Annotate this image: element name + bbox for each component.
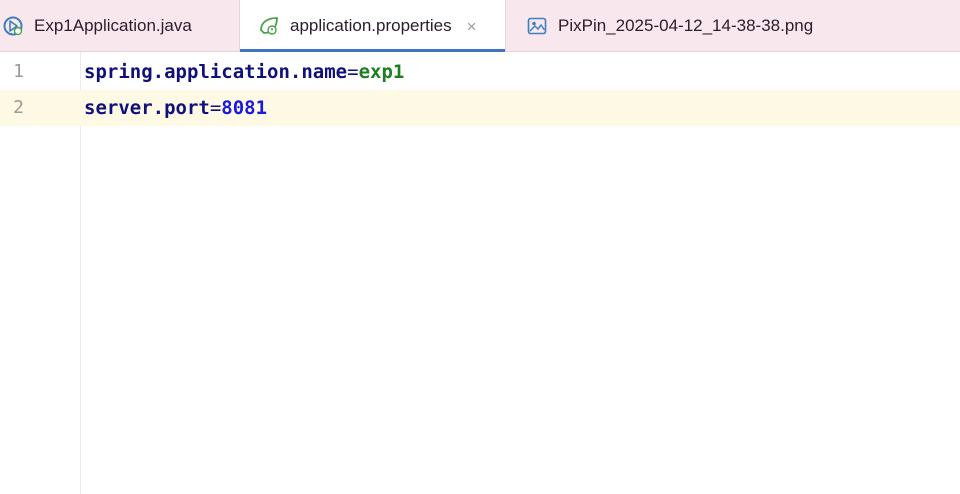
close-tab-icon[interactable]: × — [467, 18, 477, 35]
property-key: server.port — [84, 97, 210, 119]
tab-application-properties[interactable]: application.properties × — [240, 0, 506, 52]
code-text[interactable]: spring.application.name=exp1 — [84, 54, 404, 90]
tab-label: PixPin_2025-04-12_14-38-38.png — [558, 16, 814, 35]
equals-sign: = — [209, 97, 222, 119]
tab-label: Exp1Application.java — [34, 16, 192, 35]
code-editor[interactable]: 1 spring.application.name=exp1 2 server.… — [0, 52, 960, 494]
spring-leaf-icon — [258, 15, 280, 37]
tab-pixpin-png[interactable]: PixPin_2025-04-12_14-38-38.png — [506, 0, 836, 52]
line-number: 2 — [13, 97, 24, 118]
spring-run-icon — [2, 15, 24, 37]
property-key: spring.application.name — [84, 61, 348, 83]
property-value: 8081 — [221, 97, 268, 119]
equals-sign: = — [347, 61, 359, 83]
tab-label: application.properties — [290, 16, 452, 35]
editor-tab-bar: Exp1Application.java application.propert… — [0, 0, 960, 52]
code-line[interactable]: 1 spring.application.name=exp1 — [0, 54, 960, 90]
code-line-current[interactable]: 2 server.port=8081 — [0, 90, 960, 126]
image-icon — [526, 15, 548, 37]
line-number: 1 — [13, 61, 24, 82]
tab-exp1-application-java[interactable]: Exp1Application.java — [0, 0, 240, 52]
code-text[interactable]: server.port=8081 — [84, 90, 267, 126]
property-value: exp1 — [358, 61, 405, 83]
